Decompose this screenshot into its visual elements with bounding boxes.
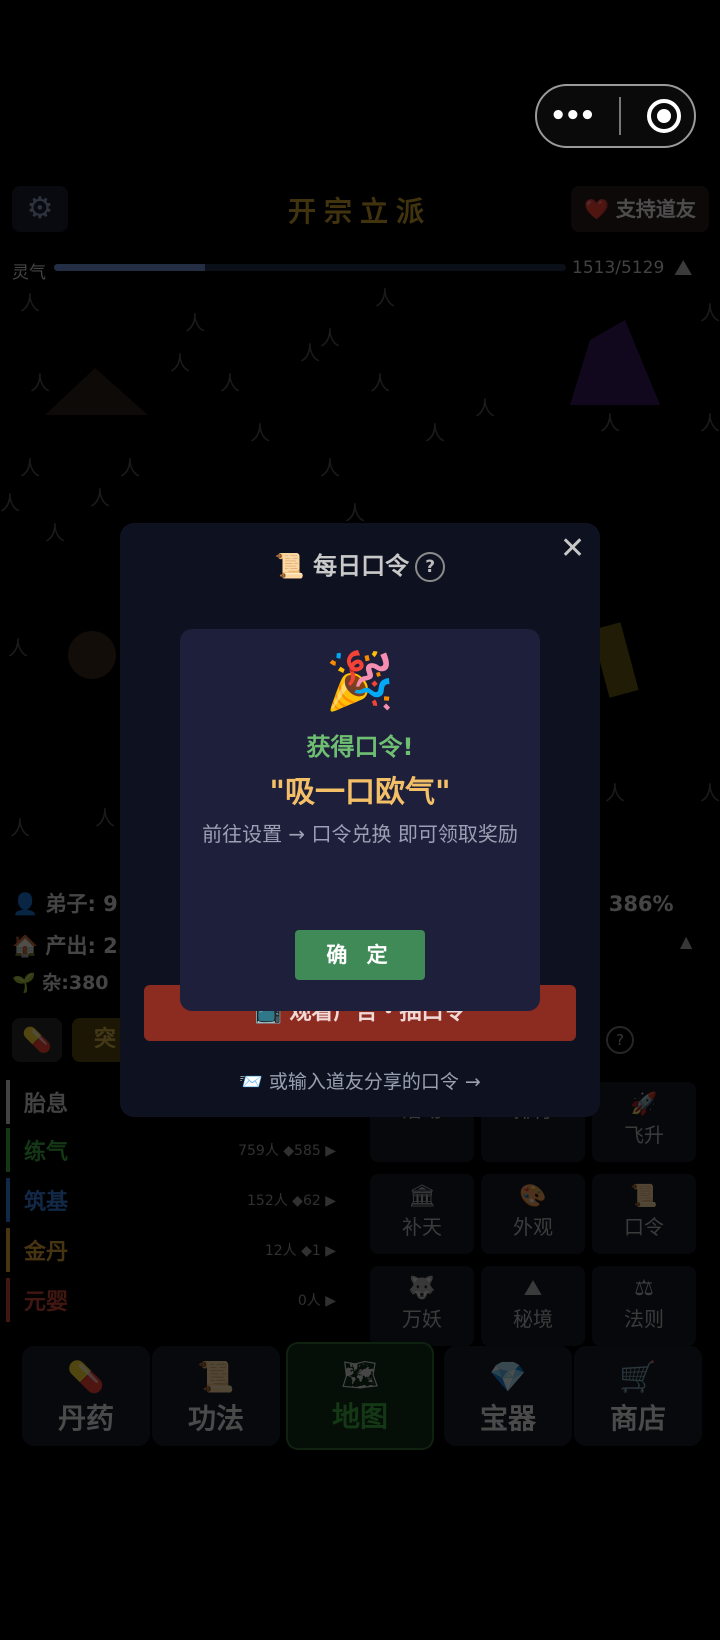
output-stat: 🏠 产出: 2. [12, 934, 126, 958]
nav-tab-宝器[interactable]: 💎 宝器 [444, 1346, 572, 1446]
feature-icon: 📜 [630, 1184, 658, 1209]
realm-row[interactable]: 元婴 0人 ▶ [6, 1278, 346, 1322]
svg-text:人: 人 [320, 326, 340, 350]
feature-label: 法则 [624, 1307, 664, 1331]
nav-icon: 🛒 [619, 1360, 657, 1395]
realm-row[interactable]: 筑基 152人 ◆62 ▶ [6, 1178, 346, 1222]
svg-text:人: 人 [120, 456, 140, 480]
feature-icon: 🎨 [519, 1184, 547, 1209]
feature-icon: 🚀 [630, 1092, 658, 1117]
feature-button-万妖[interactable]: 🐺 万妖 [370, 1266, 474, 1346]
pill-tab[interactable]: 💊 [12, 1018, 62, 1062]
enter-shared-code-link[interactable]: 📨 或输入道友分享的口令 → [0, 1067, 720, 1094]
disciples-stat: 👤 弟子: 9 [12, 892, 118, 916]
svg-text:人: 人 [90, 486, 110, 510]
more-menu-icon[interactable]: ••• [550, 101, 596, 131]
feature-label: 补天 [402, 1215, 442, 1239]
reward-hint: 前往设置 → 口令兑换 即可领取奖励 [202, 822, 518, 846]
help-icon[interactable]: ? [415, 552, 446, 582]
realm-meta: 0人 ▶ [297, 1293, 336, 1309]
svg-text:人: 人 [45, 521, 65, 545]
capsule-divider [619, 97, 622, 135]
svg-text:人: 人 [700, 411, 720, 435]
feature-label: 秘境 [513, 1307, 553, 1331]
close-icon[interactable]: ✕ [560, 534, 585, 564]
realm-name: 练气 [24, 1140, 69, 1165]
miniprogram-capsule: ••• [535, 84, 696, 148]
feature-button-法则[interactable]: ⚖ 法则 [592, 1266, 696, 1346]
svg-text:人: 人 [300, 341, 320, 365]
daily-code-title: 📜 每日口令? [0, 546, 720, 582]
pill-icon: 💊 [22, 1026, 52, 1054]
svg-text:人: 人 [320, 456, 340, 480]
svg-text:人: 人 [20, 456, 40, 480]
nav-icon: 💊 [67, 1360, 105, 1395]
nav-label: 丹药 [57, 1402, 114, 1435]
collapse-arrow-icon[interactable]: ▲ [680, 932, 692, 951]
mountain-icon[interactable]: ⛰ [674, 256, 692, 281]
close-miniprogram-icon[interactable] [647, 99, 682, 133]
feature-icon: ⛰ [523, 1276, 543, 1301]
daily-code-title-text: 📜 每日口令 [274, 552, 410, 580]
lingqi-progress-bar [54, 264, 566, 271]
party-popper-icon: 🎉 [325, 649, 395, 714]
feature-button-口令[interactable]: 📜 口令 [592, 1174, 696, 1254]
realm-meta: 759人 ◆585 ▶ [238, 1143, 336, 1159]
nav-icon: 🗺 [340, 1358, 380, 1393]
lingqi-progress-fill [54, 264, 206, 271]
svg-text:人: 人 [220, 371, 240, 395]
realm-name: 筑基 [24, 1190, 69, 1215]
svg-text:人: 人 [600, 411, 620, 435]
nav-label: 功法 [187, 1402, 244, 1435]
nav-tab-商店[interactable]: 🛒 商店 [574, 1346, 702, 1446]
feature-button-秘境[interactable]: ⛰ 秘境 [481, 1266, 585, 1346]
svg-text:人: 人 [250, 421, 270, 445]
nav-icon: 📜 [197, 1360, 235, 1395]
nav-tab-地图[interactable]: 🗺 地图 [286, 1342, 434, 1450]
misc-stat: 🌱 杂:380 [12, 972, 109, 994]
realm-row[interactable]: 金丹 12人 ◆1 ▶ [6, 1228, 346, 1272]
svg-text:人: 人 [425, 421, 445, 445]
feature-label: 外观 [513, 1215, 553, 1239]
realm-name: 元婴 [24, 1290, 69, 1315]
nav-label: 宝器 [479, 1402, 536, 1435]
nav-label: 地图 [331, 1400, 388, 1433]
svg-text:人: 人 [375, 286, 395, 310]
nav-icon: 💎 [489, 1360, 527, 1395]
svg-text:人: 人 [475, 396, 495, 420]
svg-text:人: 人 [700, 301, 720, 325]
svg-text:人: 人 [0, 491, 20, 515]
svg-text:人: 人 [20, 291, 40, 315]
realm-row[interactable]: 练气 759人 ◆585 ▶ [6, 1128, 346, 1172]
svg-text:人: 人 [345, 501, 365, 525]
realm-meta: 12人 ◆1 ▶ [264, 1243, 336, 1259]
lingqi-value: 1513/5129 [572, 258, 665, 278]
feature-button-飞升[interactable]: 🚀 飞升 [592, 1082, 696, 1162]
nav-tab-功法[interactable]: 📜 功法 [152, 1346, 280, 1446]
realm-name: 金丹 [24, 1240, 69, 1265]
svg-text:人: 人 [30, 371, 50, 395]
confirm-button[interactable]: 确 定 [295, 930, 425, 980]
feature-label: 万妖 [402, 1307, 442, 1331]
svg-text:人: 人 [370, 371, 390, 395]
help-icon[interactable]: ? [606, 1026, 634, 1054]
nav-tab-丹药[interactable]: 💊 丹药 [22, 1346, 150, 1446]
feature-button-补天[interactable]: 🏛 补天 [370, 1174, 474, 1254]
feature-icon: ⚖ [634, 1276, 654, 1301]
feature-icon: 🏛 [408, 1184, 436, 1209]
reward-heading: 获得口令! [306, 733, 414, 761]
support-button[interactable]: ❤️ 支持道友 [571, 186, 709, 232]
feature-label: 口令 [624, 1215, 664, 1239]
realm-meta: 152人 ◆62 ▶ [247, 1193, 336, 1209]
svg-text:人: 人 [185, 311, 205, 335]
feature-icon: 🐺 [408, 1276, 436, 1301]
nav-label: 商店 [609, 1402, 666, 1435]
svg-text:人: 人 [170, 351, 190, 375]
feature-button-外观[interactable]: 🎨 外观 [481, 1174, 585, 1254]
reward-code: "吸一口欧气" [269, 775, 451, 810]
feature-label: 飞升 [624, 1123, 664, 1147]
